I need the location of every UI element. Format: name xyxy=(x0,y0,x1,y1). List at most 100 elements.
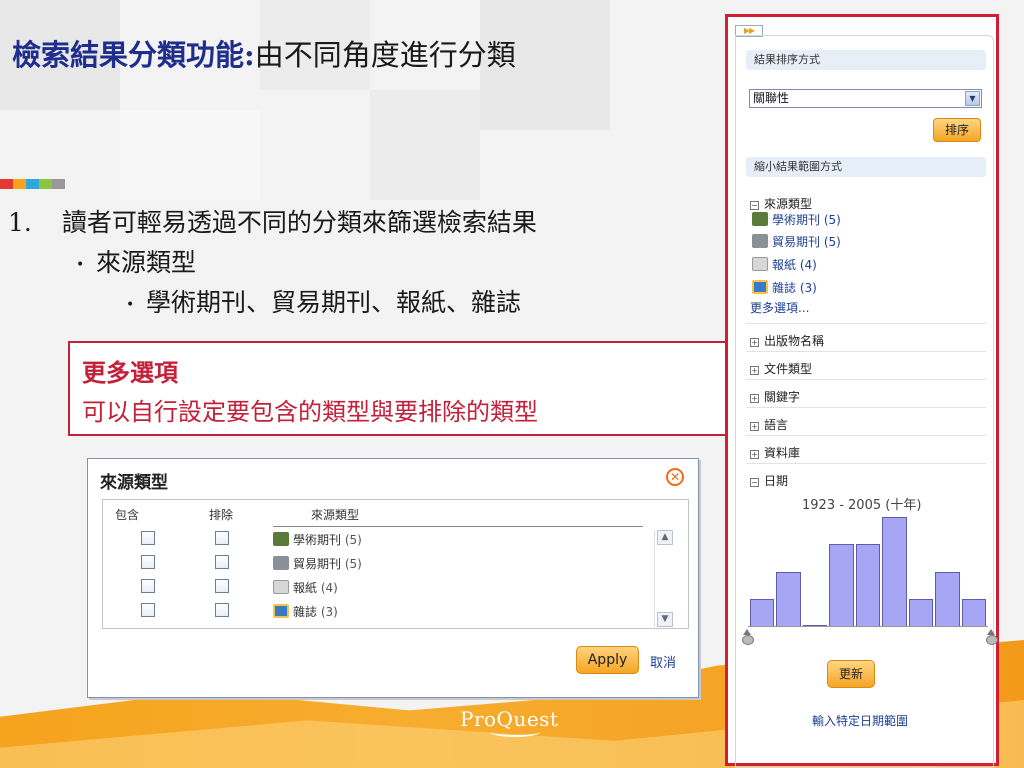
update-button[interactable]: 更新 xyxy=(827,660,875,688)
trade-journal-icon xyxy=(752,234,768,248)
close-icon[interactable]: ✕ xyxy=(666,468,684,486)
list-item[interactable]: 雜誌 (3) xyxy=(273,603,338,620)
histogram-bar[interactable] xyxy=(908,599,934,627)
source-link[interactable]: 雜誌 (3) xyxy=(752,279,817,296)
enter-date-range-link[interactable]: 輸入特定日期範圍 xyxy=(812,712,908,729)
include-checkbox[interactable] xyxy=(141,531,155,545)
divider xyxy=(746,407,986,408)
source-count: (5) xyxy=(823,213,841,227)
include-checkbox[interactable] xyxy=(141,579,155,593)
histogram-bar[interactable] xyxy=(882,517,907,627)
dialog-title: 來源類型 xyxy=(100,473,168,493)
facet-label: 關鍵字 xyxy=(764,390,801,404)
sort-button[interactable]: 排序 xyxy=(933,118,981,142)
source-link[interactable]: 貿易期刊 (5) xyxy=(752,233,841,250)
slide-title: 檢索結果分類功能:由不同角度進行分類 xyxy=(12,32,516,74)
bullet-dot-icon: • xyxy=(76,256,85,273)
source-count: (3) xyxy=(320,605,338,619)
magazine-icon xyxy=(273,604,289,618)
slide-title-rest: 由不同角度進行分類 xyxy=(254,38,516,72)
bullet-level-2: • 來源類型 xyxy=(76,243,537,279)
column-header-exclude: 排除 xyxy=(209,508,234,522)
histogram-bar[interactable] xyxy=(776,572,801,627)
expand-icon[interactable]: + xyxy=(750,422,759,431)
apply-button[interactable]: Apply xyxy=(576,646,639,674)
facet-label: 出版物名稱 xyxy=(764,334,825,348)
source-link[interactable]: 報紙 (4) xyxy=(752,256,817,273)
exclude-checkbox[interactable] xyxy=(215,531,229,545)
facet-language[interactable]: + 語言 xyxy=(750,416,788,433)
trade-journal-icon xyxy=(273,556,289,570)
scholarly-journal-icon xyxy=(273,532,289,546)
callout-title: 更多選項 xyxy=(82,358,178,387)
expand-icon[interactable]: + xyxy=(750,394,759,403)
source-link[interactable]: 學術期刊 (5) xyxy=(752,211,841,228)
bullet-level-1: 1. 讀者可輕易透過不同的分類來篩選檢索結果 xyxy=(8,203,537,239)
bullet-text: 讀者可輕易透過不同的分類來篩選檢索結果 xyxy=(61,208,537,237)
include-checkbox[interactable] xyxy=(141,603,155,617)
divider xyxy=(746,323,986,324)
expand-icon[interactable]: + xyxy=(750,366,759,375)
source-count: (5) xyxy=(344,557,362,571)
facet-label: 日期 xyxy=(764,474,789,488)
facet-label: 語言 xyxy=(764,418,789,432)
facet-date[interactable]: − 日期 xyxy=(750,472,788,489)
scrollbar[interactable]: ▲ ▼ xyxy=(654,530,674,627)
histogram-bar[interactable] xyxy=(935,572,960,627)
source-label: 報紙 xyxy=(293,581,318,595)
exclude-checkbox[interactable] xyxy=(215,555,229,569)
exclude-checkbox[interactable] xyxy=(215,603,229,617)
collapse-icon[interactable]: − xyxy=(750,201,759,210)
chevron-down-icon[interactable]: ▼ xyxy=(965,91,980,106)
list-item[interactable]: 報紙 (4) xyxy=(273,579,338,596)
scroll-up-icon[interactable]: ▲ xyxy=(657,530,673,545)
source-label: 學術期刊 xyxy=(772,213,821,227)
divider xyxy=(746,379,986,380)
facet-database[interactable]: + 資料庫 xyxy=(750,444,800,461)
bullet-number: 1. xyxy=(8,208,32,237)
histogram-bar[interactable] xyxy=(855,544,881,627)
sort-select-value: 關聯性 xyxy=(753,91,790,105)
facet-source-type[interactable]: − 來源類型 xyxy=(750,195,812,212)
bullet-dot-icon: • xyxy=(126,296,135,313)
scholarly-journal-icon xyxy=(752,212,768,226)
histogram-bar[interactable] xyxy=(750,599,775,627)
facet-label: 來源類型 xyxy=(764,197,813,211)
source-count: (3) xyxy=(799,281,817,295)
divider xyxy=(746,463,986,464)
expand-icon[interactable]: + xyxy=(750,450,759,459)
newspaper-icon xyxy=(273,580,289,594)
divider xyxy=(746,351,986,352)
proquest-logo: ProQuest xyxy=(460,707,559,737)
expand-icon[interactable]: + xyxy=(750,338,759,347)
more-options-link[interactable]: 更多選項... xyxy=(750,299,809,316)
date-range-label: 1923 - 2005 (十年) xyxy=(802,498,922,513)
facet-keyword[interactable]: + 關鍵字 xyxy=(750,388,800,405)
sort-select[interactable]: 關聯性 ▼ xyxy=(749,89,982,108)
scroll-down-icon[interactable]: ▼ xyxy=(657,612,673,627)
source-count: (4) xyxy=(320,581,338,595)
facet-document-type[interactable]: + 文件類型 xyxy=(750,360,812,377)
date-histogram[interactable] xyxy=(748,517,986,627)
accent-square xyxy=(26,179,39,189)
source-count: (5) xyxy=(823,235,841,249)
callout-body: 可以自行設定要包含的類型與要排除的類型 xyxy=(82,398,538,426)
exclude-checkbox[interactable] xyxy=(215,579,229,593)
source-label: 貿易期刊 xyxy=(772,235,821,249)
list-item[interactable]: 學術期刊 (5) xyxy=(273,531,362,548)
divider xyxy=(746,435,986,436)
dialog-list-panel: 包含 排除 來源類型 學術期刊 (5) 貿易期刊 (5) 報紙 (4) 雜誌 (… xyxy=(102,499,689,629)
histogram-bar[interactable] xyxy=(829,544,854,627)
list-item[interactable]: 貿易期刊 (5) xyxy=(273,555,362,572)
source-label: 雜誌 xyxy=(293,605,318,619)
magazine-icon xyxy=(752,280,768,294)
range-end-handle-icon[interactable] xyxy=(985,629,998,645)
histogram-bar[interactable] xyxy=(961,599,986,627)
bullet-text: 來源類型 xyxy=(96,248,197,277)
range-start-handle-icon[interactable] xyxy=(741,629,754,645)
cancel-link[interactable]: 取消 xyxy=(650,652,676,671)
include-checkbox[interactable] xyxy=(141,555,155,569)
source-label: 貿易期刊 xyxy=(293,557,342,571)
collapse-icon[interactable]: − xyxy=(750,478,759,487)
facet-publication[interactable]: + 出版物名稱 xyxy=(750,332,824,349)
